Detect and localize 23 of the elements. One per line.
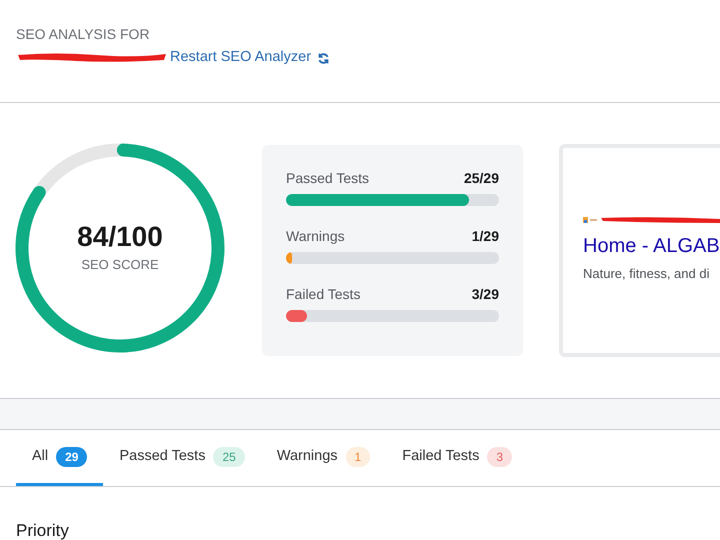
filter-tab[interactable]: Passed Tests 25 (103, 430, 261, 486)
test-label: Warnings (286, 226, 345, 246)
favicon-icon (583, 216, 597, 224)
score-value: 84/100 (77, 221, 163, 254)
filter-tab[interactable]: Warnings 1 (260, 430, 386, 486)
preview-title[interactable]: Home - ALGAB (583, 234, 720, 258)
count-badge: 1 (346, 446, 370, 466)
refresh-icon (317, 52, 330, 64)
filter-tab[interactable]: All 29 (16, 430, 104, 486)
page-heading: SEO ANALYSIS FOR (16, 26, 151, 42)
score-label: SEO SCORE (81, 256, 159, 274)
count-badge: 29 (56, 446, 88, 466)
test-count: 25/29 (464, 168, 499, 188)
test-label: Failed Tests (286, 284, 360, 304)
preview-description: Nature, fitness, and di (583, 265, 710, 283)
test-label: Passed Tests (286, 168, 370, 188)
section-heading: Priority (16, 521, 70, 540)
test-count: 1/29 (472, 226, 499, 246)
restart-link[interactable]: Restart SEO Analyzer (170, 47, 330, 69)
count-badge: 25 (213, 446, 245, 466)
filter-tab[interactable]: Failed Tests 3 (386, 430, 528, 486)
test-count: 3/29 (472, 284, 499, 304)
count-badge: 3 (487, 446, 512, 466)
